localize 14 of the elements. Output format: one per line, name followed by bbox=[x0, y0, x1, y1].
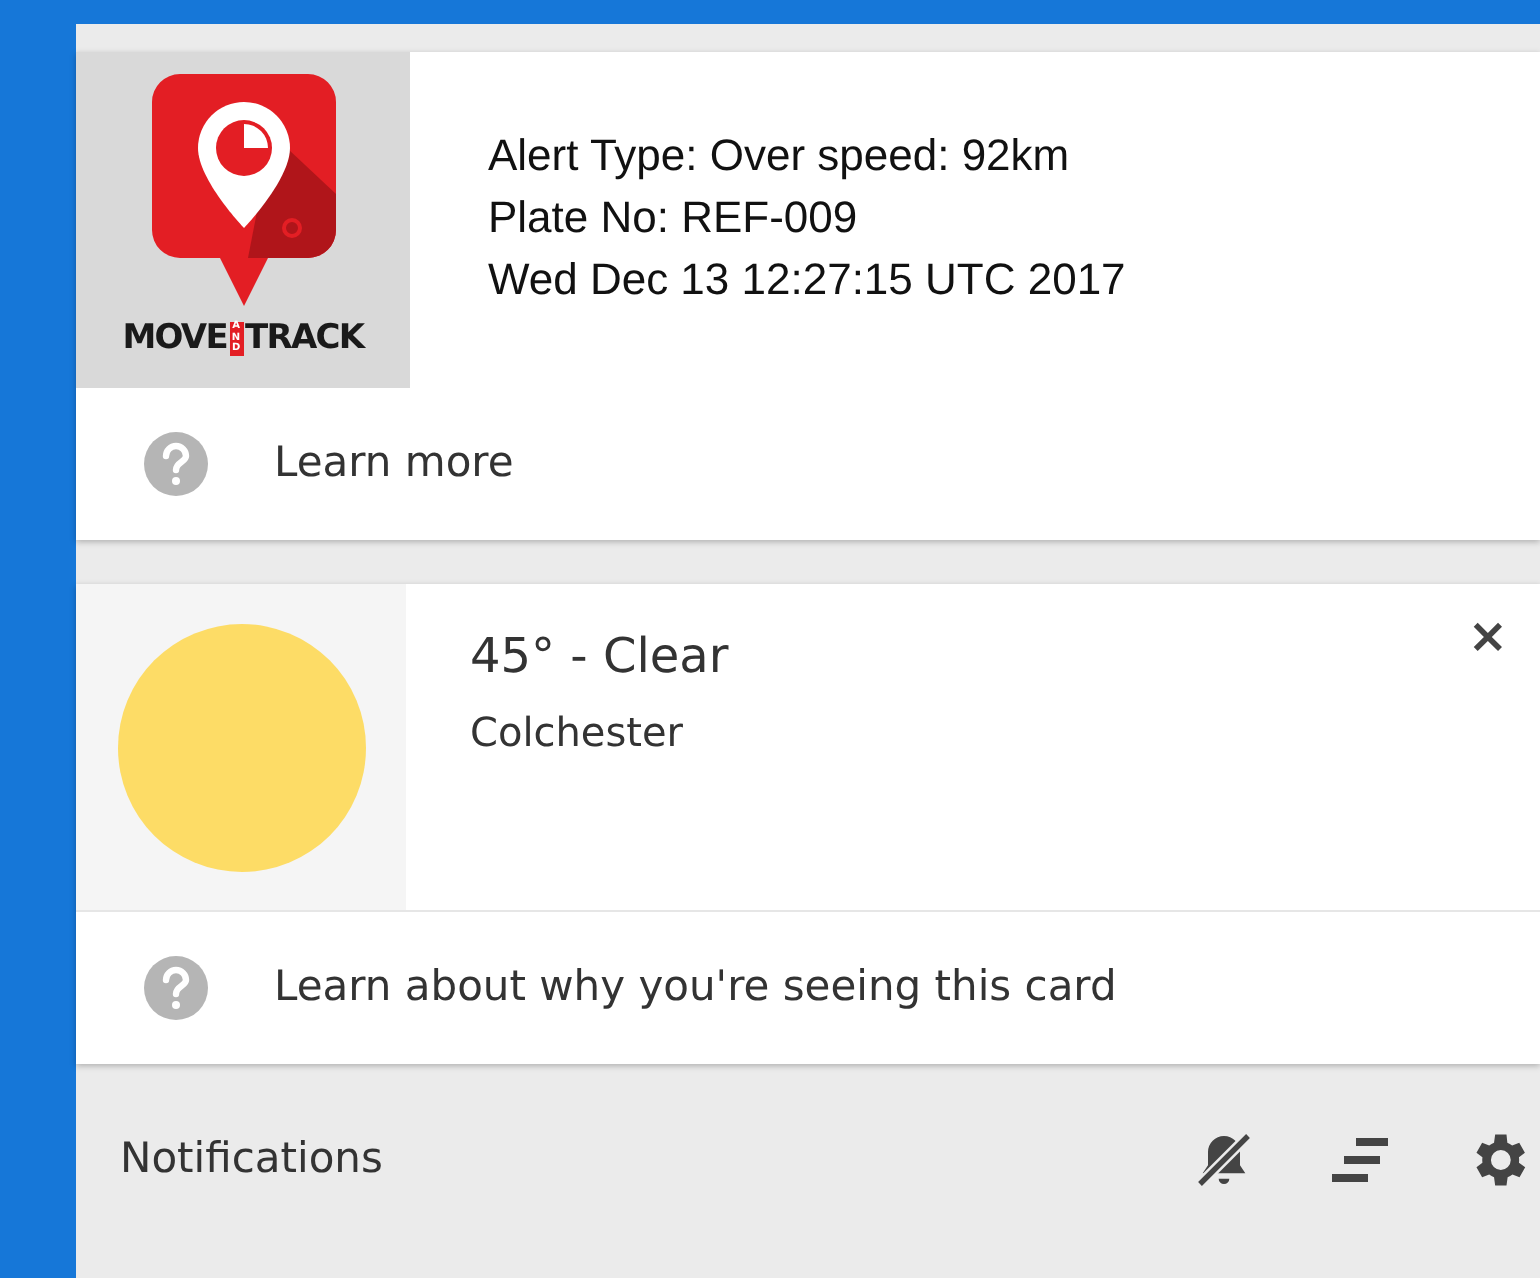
help-icon bbox=[142, 954, 210, 1022]
alert-text: Plate No: REF-009 bbox=[488, 190, 860, 246]
alert-text: Wed Dec 13 12:27:15 UTC 2017 bbox=[488, 252, 1126, 308]
notifications-title: Notifications bbox=[120, 1131, 385, 1186]
alert-text: Alert Type: Over speed: 92km bbox=[488, 128, 1072, 184]
weather-location: Colchester bbox=[470, 706, 686, 760]
logo-text: MOVE bbox=[122, 322, 228, 356]
learn-more-link[interactable]: Learn more bbox=[274, 432, 514, 496]
map-pin-logo-icon bbox=[151, 74, 335, 306]
logo-text: TRACK bbox=[245, 322, 364, 356]
help-icon bbox=[142, 430, 210, 498]
learn-more-link[interactable]: Learn about why you're seeing this card bbox=[274, 956, 1117, 1020]
close-button[interactable]: × bbox=[1467, 612, 1508, 660]
weather-title: 45° - Clear bbox=[470, 626, 731, 688]
